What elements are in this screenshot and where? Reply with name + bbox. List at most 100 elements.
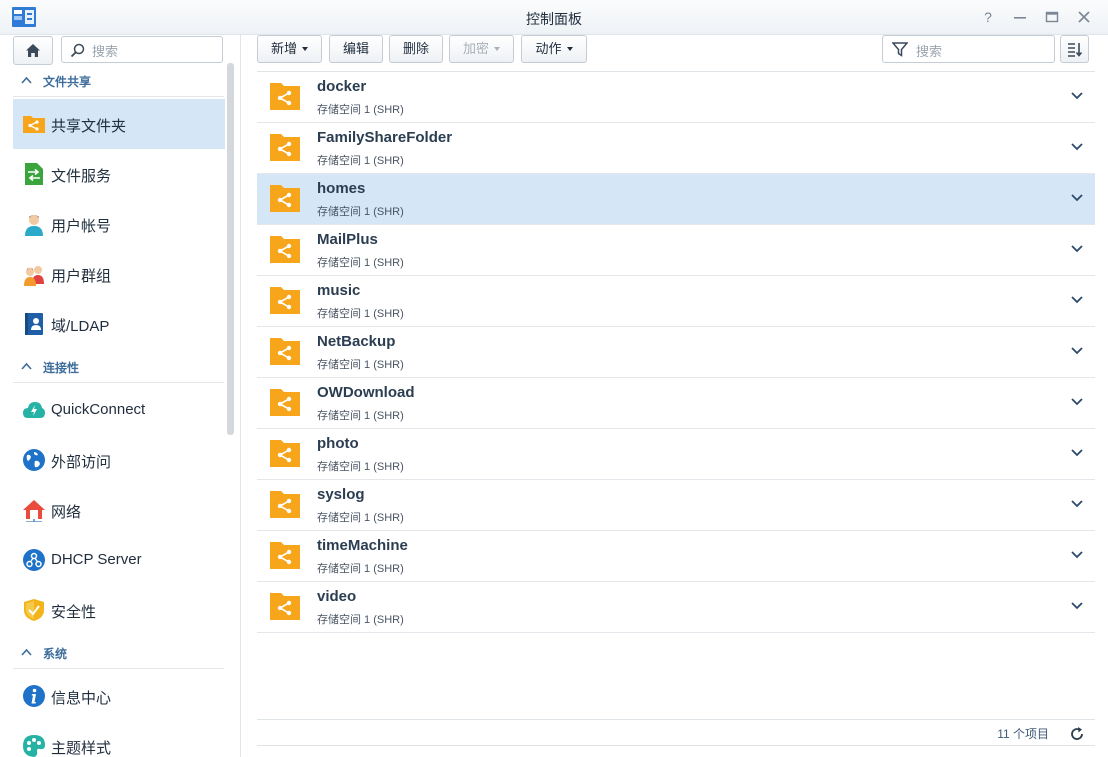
section-system[interactable]: 系统	[13, 638, 224, 669]
folder-row[interactable]: video 存储空间 1 (SHR)	[257, 582, 1095, 633]
minimize-icon[interactable]	[1010, 7, 1030, 27]
folder-name: NetBackup	[317, 333, 396, 350]
section-label: 系统	[43, 647, 68, 661]
section-label: 连接性	[43, 361, 80, 375]
footer-divider	[257, 719, 1095, 720]
footer-bottom-divider	[257, 745, 1095, 746]
refresh-icon[interactable]	[1069, 726, 1085, 742]
sidebar-item-label: 文件服务	[51, 168, 112, 185]
shield-icon	[24, 599, 44, 621]
folder-name: MailPlus	[317, 231, 378, 248]
section-label: 文件共享	[43, 75, 92, 89]
folder-row[interactable]: OWDownload 存储空间 1 (SHR)	[257, 378, 1095, 429]
folder-row[interactable]: FamilyShareFolder 存储空间 1 (SHR)	[257, 123, 1095, 174]
domain-ldap-icon	[25, 313, 43, 335]
sidebar-item-network[interactable]: 网络	[13, 485, 225, 535]
filter-search-field[interactable]	[882, 35, 1055, 63]
help-icon[interactable]: ?	[978, 7, 998, 27]
shared-folder-icon	[23, 116, 45, 133]
sidebar-item-user-group[interactable]: 用户群组	[13, 249, 225, 299]
chevron-down-icon[interactable]	[1070, 295, 1084, 305]
folder-location: 存储空间 1 (SHR)	[317, 104, 404, 116]
chevron-down-icon[interactable]	[1070, 397, 1084, 407]
title-bar: 控制面板 ?	[0, 0, 1108, 35]
sidebar-item-label: 安全性	[51, 604, 97, 621]
sidebar-item-label: 主题样式	[51, 740, 112, 757]
delete-button[interactable]: 删除	[389, 35, 443, 63]
shared-folder-icon	[270, 287, 300, 314]
chevron-up-icon	[21, 648, 32, 656]
filter-search-input[interactable]	[914, 41, 1052, 61]
sidebar-search-input[interactable]	[90, 41, 220, 61]
encrypt-button[interactable]: 加密	[449, 35, 514, 63]
folder-name: photo	[317, 435, 359, 452]
folder-location: 存储空间 1 (SHR)	[317, 155, 404, 167]
shared-folder-icon	[270, 134, 300, 161]
sidebar-item-dhcp-server[interactable]: DHCP Server	[13, 535, 225, 585]
delete-label: 删除	[402, 41, 429, 56]
folder-location: 存储空间 1 (SHR)	[317, 410, 404, 422]
chevron-up-icon	[21, 76, 32, 84]
sidebar-item-label: 域/LDAP	[51, 318, 110, 335]
user-icon	[25, 215, 43, 236]
sidebar-item-shared-folder[interactable]: 共享文件夹	[13, 99, 225, 149]
folder-row[interactable]: NetBackup 存储空间 1 (SHR)	[257, 327, 1095, 378]
chevron-down-icon[interactable]	[1070, 193, 1084, 203]
chevron-down-icon[interactable]	[1070, 244, 1084, 254]
folder-row[interactable]: photo 存储空间 1 (SHR)	[257, 429, 1095, 480]
chevron-down-icon[interactable]	[1070, 448, 1084, 458]
sidebar-item-quickconnect[interactable]: QuickConnect	[13, 385, 225, 435]
folder-row[interactable]: music 存储空间 1 (SHR)	[257, 276, 1095, 327]
folder-location: 存储空间 1 (SHR)	[317, 257, 404, 269]
folder-row[interactable]: homes 存储空间 1 (SHR)	[257, 174, 1095, 225]
section-file-sharing[interactable]: 文件共享	[13, 66, 224, 97]
chevron-down-icon[interactable]	[1070, 601, 1084, 611]
home-icon	[26, 44, 40, 57]
sidebar-search-field[interactable]	[61, 36, 223, 63]
chevron-down-icon[interactable]	[1070, 91, 1084, 101]
sidebar-item-theme[interactable]: 主题样式	[13, 721, 225, 757]
shared-folder-icon	[270, 491, 300, 518]
filter-icon	[892, 42, 908, 57]
section-connectivity[interactable]: 连接性	[13, 352, 224, 383]
chevron-down-icon[interactable]	[1070, 346, 1084, 356]
folder-row[interactable]: timeMachine 存储空间 1 (SHR)	[257, 531, 1095, 582]
sidebar-item-domain-ldap[interactable]: 域/LDAP	[13, 299, 225, 349]
sidebar-item-file-services[interactable]: 文件服务	[13, 149, 225, 199]
home-button[interactable]	[13, 36, 53, 65]
close-icon[interactable]	[1074, 7, 1094, 27]
shared-folder-icon	[270, 83, 300, 110]
create-button[interactable]: 新增	[257, 35, 322, 63]
folder-location: 存储空间 1 (SHR)	[317, 461, 404, 473]
folder-name: syslog	[317, 486, 365, 503]
dropdown-caret-icon	[494, 46, 500, 51]
shared-folder-icon	[270, 593, 300, 620]
sidebar-item-info-center[interactable]: 信息中心	[13, 671, 225, 721]
shared-folder-icon	[270, 542, 300, 569]
action-button[interactable]: 动作	[521, 35, 587, 63]
sort-button[interactable]	[1060, 35, 1089, 63]
chevron-down-icon[interactable]	[1070, 499, 1084, 509]
encrypt-label: 加密	[462, 41, 489, 56]
shared-folder-icon	[270, 440, 300, 467]
folder-name: OWDownload	[317, 384, 415, 401]
folder-row[interactable]: MailPlus 存储空间 1 (SHR)	[257, 225, 1095, 276]
folder-name: docker	[317, 78, 367, 95]
sidebar-item-user-account[interactable]: 用户帐号	[13, 199, 225, 249]
folder-location: 存储空间 1 (SHR)	[317, 563, 404, 575]
sidebar-item-external-access[interactable]: 外部访问	[13, 435, 225, 485]
folder-name: video	[317, 588, 357, 605]
sidebar-item-label: 用户帐号	[51, 218, 112, 235]
sidebar-item-security[interactable]: 安全性	[13, 585, 225, 635]
folder-location: 存储空间 1 (SHR)	[317, 359, 404, 371]
info-icon	[23, 685, 45, 707]
edit-button[interactable]: 编辑	[329, 35, 383, 63]
dhcp-server-icon	[23, 549, 45, 571]
chevron-down-icon[interactable]	[1070, 142, 1084, 152]
folder-location: 存储空间 1 (SHR)	[317, 614, 404, 626]
folder-row[interactable]: syslog 存储空间 1 (SHR)	[257, 480, 1095, 531]
sidebar-scrollbar[interactable]	[227, 63, 234, 435]
maximize-icon[interactable]	[1042, 7, 1062, 27]
chevron-down-icon[interactable]	[1070, 550, 1084, 560]
folder-row[interactable]: docker 存储空间 1 (SHR)	[257, 72, 1095, 123]
